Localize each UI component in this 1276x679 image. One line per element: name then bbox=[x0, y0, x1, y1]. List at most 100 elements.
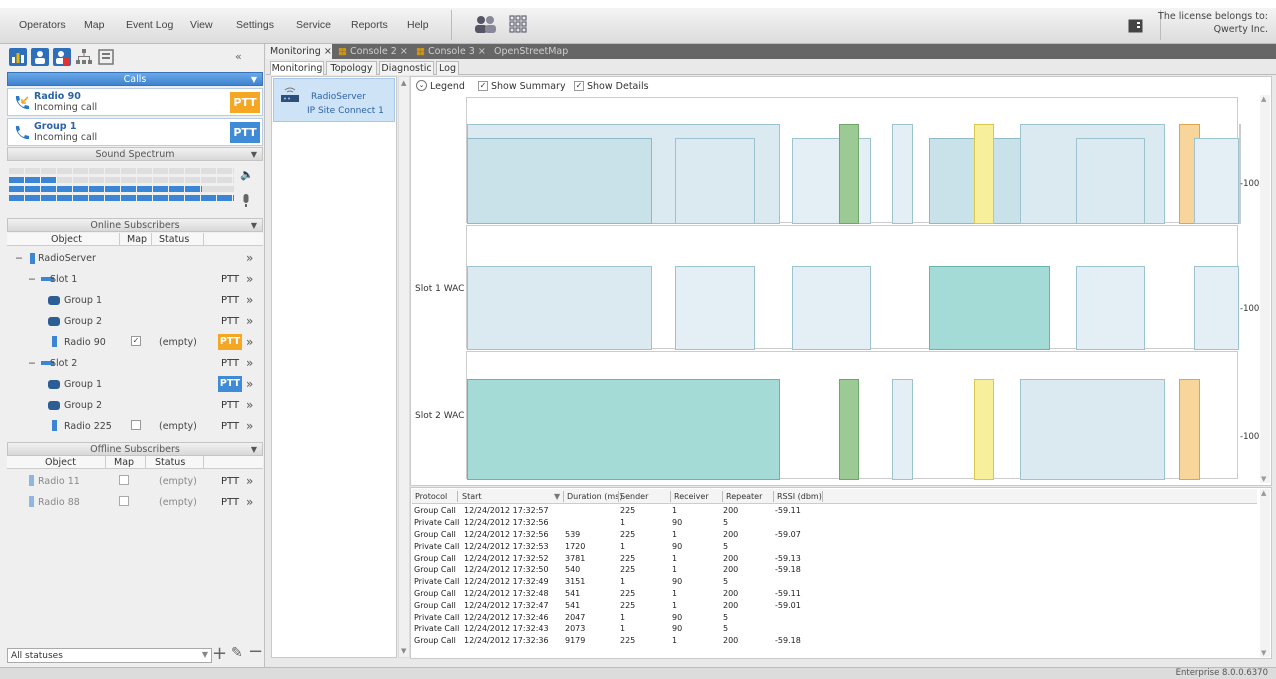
ptt-button[interactable]: PTT bbox=[230, 122, 260, 143]
col-status[interactable]: Status bbox=[155, 457, 185, 468]
ptt-label[interactable]: PTT bbox=[221, 274, 239, 285]
ptt-label[interactable]: PTT bbox=[221, 316, 239, 327]
sort-desc-icon[interactable]: ▼ bbox=[554, 492, 560, 501]
subtab-log[interactable]: Log bbox=[436, 61, 459, 75]
menu-event-log[interactable]: Event Log bbox=[126, 19, 173, 31]
call-card-group-1[interactable]: Group 1 Incoming call PTT bbox=[7, 118, 263, 146]
speaker-icon[interactable]: 🔈 bbox=[240, 168, 254, 181]
calls-section-header[interactable]: Calls ▼ bbox=[7, 72, 263, 86]
col-map[interactable]: Map bbox=[114, 457, 134, 468]
sound-spectrum-header[interactable]: Sound Spectrum ▼ bbox=[7, 147, 263, 161]
chart-scrollbar[interactable]: ▲ ▼ bbox=[1260, 95, 1270, 483]
call-bar[interactable] bbox=[1194, 266, 1239, 350]
subtab-topology[interactable]: Topology bbox=[326, 61, 377, 75]
call-bar-yellow[interactable] bbox=[974, 379, 994, 480]
tab-openstreetmap[interactable]: OpenStreetMap × bbox=[490, 44, 574, 72]
map-checkbox[interactable] bbox=[119, 496, 129, 506]
chevron-right-icon[interactable]: » bbox=[246, 293, 253, 307]
chevron-right-icon[interactable]: » bbox=[246, 335, 253, 349]
log-row[interactable]: Group Call 12/24/2012 17:32:57 225 1 200 -59.… bbox=[412, 505, 833, 517]
chevron-right-icon[interactable]: » bbox=[246, 377, 253, 391]
close-icon[interactable]: × bbox=[478, 46, 486, 57]
scroll-up-icon[interactable]: ▲ bbox=[1261, 95, 1266, 103]
call-bar[interactable] bbox=[892, 379, 913, 480]
col-rssi[interactable]: RSSI (dbm) bbox=[777, 492, 822, 501]
call-bar-green[interactable] bbox=[839, 124, 859, 224]
col-repeater[interactable]: Repeater bbox=[726, 492, 762, 501]
menu-operators[interactable]: Operators bbox=[19, 19, 66, 31]
show-summary-label[interactable]: Show Summary bbox=[491, 81, 566, 92]
remove-icon[interactable]: − bbox=[248, 641, 263, 662]
tree-row-radioserver[interactable]: − RadioServer » bbox=[7, 248, 263, 269]
call-bar-orange[interactable] bbox=[1179, 379, 1200, 480]
chevron-right-icon[interactable]: » bbox=[246, 272, 253, 286]
call-bar[interactable] bbox=[467, 266, 652, 350]
ptt-button[interactable]: PTT bbox=[218, 334, 242, 350]
call-card-radio-90[interactable]: Radio 90 Incoming call PTT bbox=[7, 88, 263, 116]
scroll-up-icon[interactable]: ▲ bbox=[401, 79, 406, 87]
log-row[interactable]: Group Call 12/24/2012 17:32:56 539 225 1 200 -… bbox=[412, 529, 833, 541]
log-row[interactable]: Group Call 12/24/2012 17:32:47 541 225 1 200 -… bbox=[412, 599, 833, 611]
hierarchy-icon[interactable] bbox=[75, 49, 93, 65]
ptt-label[interactable]: PTT bbox=[221, 497, 239, 508]
close-icon[interactable]: × bbox=[324, 46, 332, 57]
col-duration[interactable]: Duration (ms) bbox=[567, 492, 623, 501]
legend-toggle-icon[interactable]: ⌄ bbox=[416, 80, 427, 91]
col-receiver[interactable]: Receiver bbox=[674, 492, 709, 501]
call-bar[interactable] bbox=[1020, 379, 1165, 480]
tab-monitoring[interactable]: Monitoring × bbox=[266, 44, 332, 59]
call-bar[interactable] bbox=[892, 124, 913, 224]
log-row[interactable]: Private Call 12/24/2012 17:32:49 3151 1 90 5 bbox=[412, 576, 833, 588]
call-bar[interactable] bbox=[1076, 138, 1145, 224]
chevron-right-icon[interactable]: » bbox=[246, 419, 253, 433]
map-checkbox[interactable]: ✓ bbox=[131, 336, 141, 346]
log-row[interactable]: Private Call 12/24/2012 17:32:46 2047 1 90 5 bbox=[412, 611, 833, 623]
chevron-right-icon[interactable]: » bbox=[246, 495, 253, 509]
call-bar[interactable] bbox=[1076, 266, 1145, 350]
call-bar-yellow[interactable] bbox=[974, 124, 994, 224]
col-start[interactable]: Start bbox=[462, 492, 482, 501]
tree-row-radio-11[interactable]: Radio 11 (empty) PTT » bbox=[7, 471, 263, 492]
tree-row-radio-90[interactable]: Radio 90 ✓ (empty) PTT » bbox=[7, 332, 263, 353]
tree-row-group-1[interactable]: Group 1 PTT » bbox=[7, 290, 263, 311]
online-subscribers-header[interactable]: Online Subscribers ▼ bbox=[7, 218, 263, 232]
collapse-icon[interactable]: − bbox=[28, 358, 36, 369]
col-object[interactable]: Object bbox=[45, 457, 76, 468]
menu-map[interactable]: Map bbox=[84, 19, 104, 31]
tree-row-radio-225[interactable]: Radio 225 (empty) PTT » bbox=[7, 416, 263, 437]
microphone-icon[interactable] bbox=[241, 194, 251, 208]
add-icon[interactable]: + bbox=[212, 643, 227, 664]
call-bar[interactable] bbox=[675, 138, 755, 224]
call-bar-teal[interactable] bbox=[467, 379, 780, 480]
call-bar[interactable] bbox=[467, 138, 652, 224]
status-filter-select[interactable]: All statuses ▼ bbox=[7, 648, 212, 663]
call-bar[interactable] bbox=[1194, 138, 1239, 224]
menu-reports[interactable]: Reports bbox=[351, 19, 388, 31]
tab-console-3[interactable]: ▦ Console 3 × bbox=[412, 44, 490, 59]
col-status[interactable]: Status bbox=[159, 234, 189, 245]
menu-view[interactable]: View bbox=[190, 19, 213, 31]
user-icon[interactable] bbox=[31, 48, 49, 66]
chevron-right-icon[interactable]: » bbox=[246, 251, 253, 265]
collapse-panel-icon[interactable]: « bbox=[235, 50, 242, 63]
log-scrollbar[interactable]: ▲ ▼ bbox=[1260, 489, 1270, 657]
log-row[interactable]: Group Call 12/24/2012 17:32:36 9179 225 1 200… bbox=[412, 635, 833, 647]
chevron-right-icon[interactable]: » bbox=[246, 356, 253, 370]
operators-icon[interactable] bbox=[473, 14, 497, 36]
log-row[interactable]: Group Call 12/24/2012 17:32:48 541 225 1 200 -… bbox=[412, 588, 833, 600]
user-blocked-icon[interactable] bbox=[53, 48, 71, 66]
call-bar[interactable] bbox=[792, 266, 871, 350]
offline-subscribers-header[interactable]: Offline Subscribers ▼ bbox=[7, 442, 263, 456]
menu-help[interactable]: Help bbox=[407, 19, 429, 31]
log-row[interactable]: Group Call 12/24/2012 17:32:52 3781 225 1 200… bbox=[412, 552, 833, 564]
layout-icon[interactable] bbox=[1128, 19, 1143, 33]
scroll-down-icon[interactable]: ▼ bbox=[401, 647, 406, 655]
collapse-icon[interactable]: − bbox=[15, 253, 23, 264]
tree-row-slot-1[interactable]: − Slot 1 PTT » bbox=[7, 269, 263, 290]
chevron-right-icon[interactable]: » bbox=[246, 398, 253, 412]
tree-row-radio-88[interactable]: Radio 88 (empty) PTT » bbox=[7, 492, 263, 513]
tree-row-group-2[interactable]: Group 2 PTT » bbox=[7, 311, 263, 332]
subtab-diagnostic[interactable]: Diagnostic bbox=[379, 61, 434, 75]
chevron-right-icon[interactable]: » bbox=[246, 314, 253, 328]
col-sender[interactable]: Sender bbox=[620, 492, 648, 501]
